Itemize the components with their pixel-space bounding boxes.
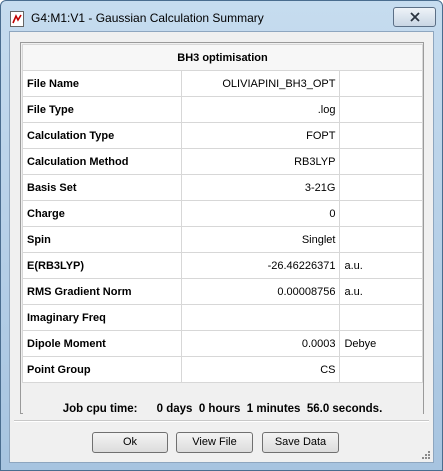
row-unit (339, 356, 423, 383)
close-icon (409, 12, 420, 22)
separator (14, 420, 429, 422)
row-value: .log (180, 96, 341, 123)
row-label: Spin (22, 226, 182, 253)
row-unit: a.u. (339, 278, 423, 305)
dialog-client-area: BH3 optimisation File Name OLIVIAPINI_BH3… (9, 31, 434, 463)
row-unit: a.u. (339, 252, 423, 279)
view-file-button[interactable]: View File (176, 432, 253, 453)
table-row: File Type .log (22, 96, 423, 123)
table-row: Imaginary Freq (22, 304, 423, 331)
row-unit (339, 148, 423, 175)
row-label: Calculation Method (22, 148, 182, 175)
row-unit (339, 70, 423, 97)
row-label: E(RB3LYP) (22, 252, 182, 279)
row-value: -26.46226371 (180, 252, 341, 279)
cpu-time-text: Job cpu time: 0 days 0 hours 1 minutes 5… (22, 382, 423, 435)
row-unit (339, 122, 423, 149)
table-row: Basis Set 3-21G (22, 174, 423, 201)
row-unit: Debye (339, 330, 423, 357)
gaussian-app-icon (10, 11, 24, 27)
summary-table: BH3 optimisation File Name OLIVIAPINI_BH3… (22, 44, 423, 435)
row-unit (339, 96, 423, 123)
row-value: OLIVIAPINI_BH3_OPT (180, 70, 341, 97)
row-value: 0.00008756 (180, 278, 341, 305)
summary-table-frame: BH3 optimisation File Name OLIVIAPINI_BH3… (20, 42, 424, 435)
row-value: 3-21G (180, 174, 341, 201)
table-row: Spin Singlet (22, 226, 423, 253)
ok-button[interactable]: Ok (92, 432, 168, 453)
window-title: G4:M1:V1 - Gaussian Calculation Summary (31, 11, 264, 25)
row-label: Dipole Moment (22, 330, 182, 357)
row-label: File Name (22, 70, 182, 97)
close-button[interactable] (393, 7, 436, 27)
table-row: File Name OLIVIAPINI_BH3_OPT (22, 70, 423, 97)
table-heading: BH3 optimisation (22, 44, 423, 71)
row-unit (339, 174, 423, 201)
table-row: Calculation Type FOPT (22, 122, 423, 149)
row-value: CS (180, 356, 341, 383)
row-label: Point Group (22, 356, 182, 383)
row-value: FOPT (180, 122, 341, 149)
row-value: 0.0003 (180, 330, 341, 357)
row-label: RMS Gradient Norm (22, 278, 182, 305)
table-row: Dipole Moment 0.0003 Debye (22, 330, 423, 357)
table-heading-row: BH3 optimisation (22, 44, 423, 71)
summary-window: G4:M1:V1 - Gaussian Calculation Summary … (0, 0, 443, 471)
row-label: File Type (22, 96, 182, 123)
row-unit (339, 226, 423, 253)
resize-grip-icon[interactable] (421, 450, 431, 460)
cpu-time-row: Job cpu time: 0 days 0 hours 1 minutes 5… (22, 382, 423, 435)
table-row: RMS Gradient Norm 0.00008756 a.u. (22, 278, 423, 305)
table-row: Point Group CS (22, 356, 423, 383)
row-value: Singlet (180, 226, 341, 253)
row-label: Basis Set (22, 174, 182, 201)
row-value (180, 304, 341, 331)
row-value: RB3LYP (180, 148, 341, 175)
save-data-button[interactable]: Save Data (262, 432, 339, 453)
table-row: Charge 0 (22, 200, 423, 227)
table-row: Calculation Method RB3LYP (22, 148, 423, 175)
row-unit (339, 200, 423, 227)
row-value: 0 (180, 200, 341, 227)
row-label: Calculation Type (22, 122, 182, 149)
row-label: Imaginary Freq (22, 304, 182, 331)
table-row: E(RB3LYP) -26.46226371 a.u. (22, 252, 423, 279)
row-unit (339, 304, 423, 331)
row-label: Charge (22, 200, 182, 227)
